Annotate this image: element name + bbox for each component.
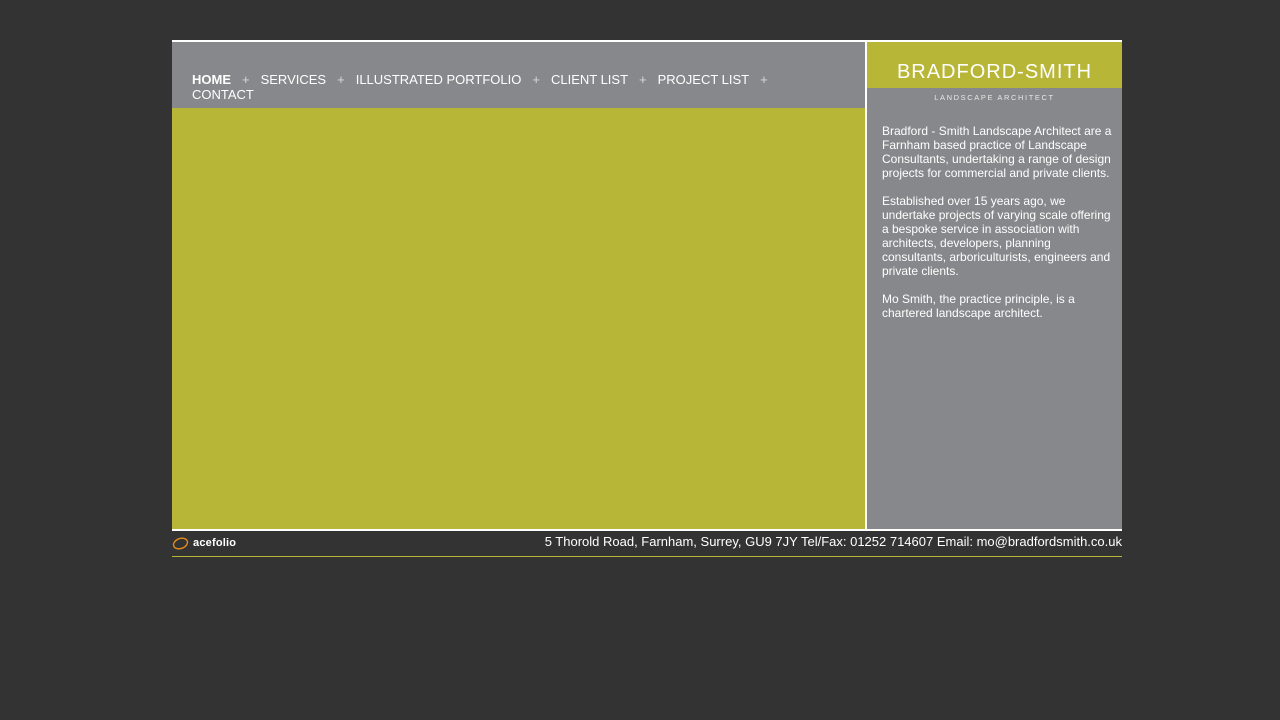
nav-home-link[interactable]: HOME [192,72,231,87]
nav-separator: + [760,72,768,87]
header: HOME + SERVICES + ILLUSTRATED PORTFOLIO + CLIE… [172,40,1122,110]
intro-panel: Bradford - Smith Landscape Architect are… [867,108,1122,529]
acefolio-credit-link[interactable]: acefolio [172,535,236,551]
footer-contact-details: 5 Thorold Road, Farnham, Surrey, GU9 7JY… [544,534,1122,549]
nav-separator: + [242,72,250,87]
nav-client-list-link[interactable]: CLIENT LIST [551,72,628,87]
feature-image-area [172,108,865,529]
intro-paragraph: Established over 15 years ago, we undert… [882,194,1111,278]
logo-name: BRADFORD-SMITH [867,42,1122,88]
nav-contact-link[interactable]: CONTACT [192,87,254,102]
main-nav: HOME + SERVICES + ILLUSTRATED PORTFOLIO + CLIE… [192,72,832,102]
main-content: Bradford - Smith Landscape Architect are… [172,40,1122,529]
nav-illustrated-portfolio-link[interactable]: ILLUSTRATED PORTFOLIO [356,72,522,87]
logo-tagline: LANDSCAPE ARCHITECT [934,93,1055,102]
page-container: HOME + SERVICES + ILLUSTRATED PORTFOLIO + CLIE… [172,40,1122,557]
acefolio-credit-text: acefolio [193,537,237,549]
nav-separator: + [337,72,345,87]
intro-paragraph: Mo Smith, the practice principle, is a c… [882,292,1075,320]
nav-project-list-link[interactable]: PROJECT LIST [658,72,750,87]
site-logo[interactable]: BRADFORD-SMITH LANDSCAPE ARCHITECT [867,42,1122,110]
footer: acefolio 5 Thorold Road, Farnham, Surrey… [172,529,1122,557]
nav-separator: + [639,72,647,87]
nav-services-link[interactable]: SERVICES [261,72,327,87]
acefolio-swoosh-icon [172,537,189,550]
intro-paragraph: Bradford - Smith Landscape Architect are… [882,124,1112,180]
nav-separator: + [532,72,540,87]
nav-bar: HOME + SERVICES + ILLUSTRATED PORTFOLIO + CLIE… [172,42,865,110]
